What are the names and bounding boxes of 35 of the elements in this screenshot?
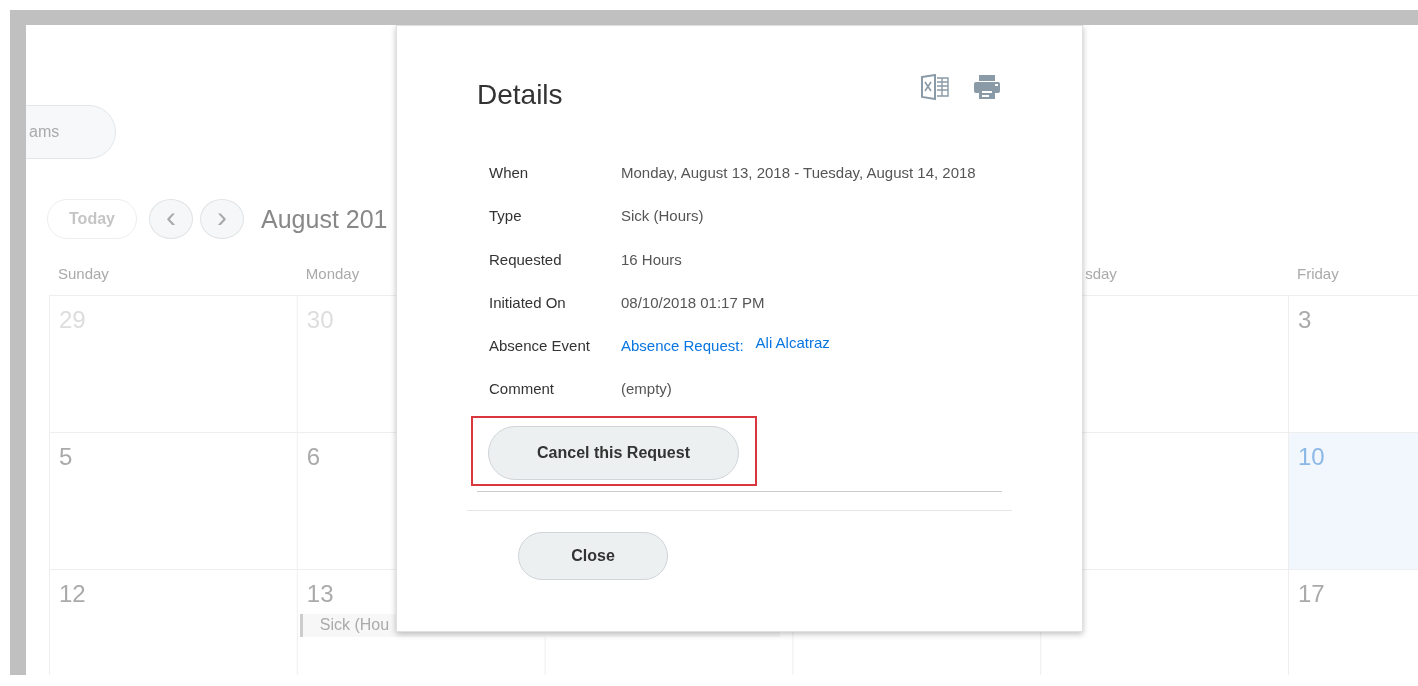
field-label: Absence Event: [489, 337, 591, 357]
link[interactable]: Absence Request:: [621, 337, 744, 355]
field-label: Type: [489, 207, 523, 227]
print-icon[interactable]: [973, 74, 1001, 100]
field-value: Sick (Hours): [621, 207, 705, 227]
day-number: 12: [59, 580, 86, 607]
cancel-request-button[interactable]: Cancel this Request: [488, 425, 739, 480]
filter-button[interactable]: ams: [26, 105, 116, 159]
day-number: 6: [306, 443, 321, 470]
previous-button[interactable]: ‹: [149, 199, 193, 239]
day-number: 13: [306, 580, 334, 607]
field-value: 16 Hours: [621, 250, 683, 270]
field-label: Comment: [489, 380, 556, 400]
field-label: Initiated On: [489, 293, 567, 313]
weekday-label: Friday: [1297, 265, 1339, 282]
field-value: (empty): [621, 380, 673, 400]
link[interactable]: Ali Alcatraz: [755, 334, 830, 352]
field-value: 08/10/2018 01:17 PM: [621, 293, 766, 313]
close-button[interactable]: Close: [518, 531, 668, 580]
dialog-title: Details: [477, 79, 563, 111]
spreadsheet-export-icon[interactable]: [921, 74, 949, 100]
field-label: Requested: [489, 250, 563, 270]
field-label: When: [489, 164, 530, 183]
next-button[interactable]: ›: [200, 199, 244, 239]
day-number: 17: [1298, 580, 1325, 607]
today-button[interactable]: Today: [47, 199, 137, 239]
day-number: 5: [59, 443, 73, 470]
today-cell[interactable]: 10: [1289, 433, 1418, 569]
weekday-label: Monday: [305, 265, 360, 282]
month-title: August 201: [261, 204, 388, 234]
weekday-label: sday: [1084, 265, 1117, 282]
day-number: 3: [1298, 306, 1312, 333]
field-value: Monday, August 13, 2018 - Tuesday, August 14, 2018: [621, 164, 977, 183]
day-number: 10: [1298, 443, 1325, 470]
weekday-label: Sunday: [58, 265, 109, 282]
